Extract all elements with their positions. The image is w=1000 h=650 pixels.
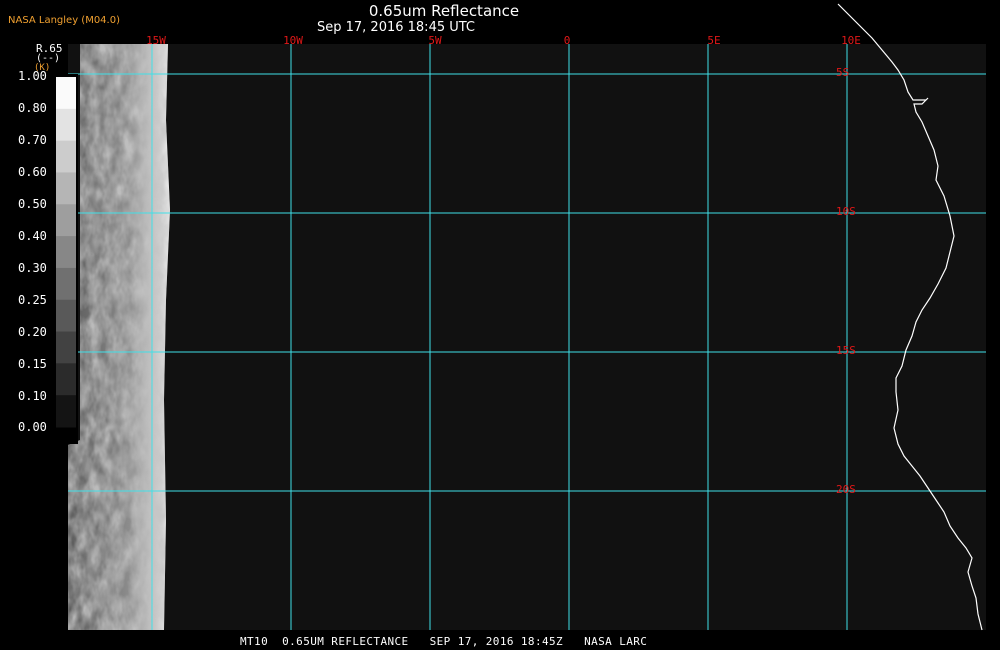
colorbar-tick: 0.10 xyxy=(18,389,47,403)
colorbar-tick: 0.60 xyxy=(18,165,47,179)
colorbar-step xyxy=(56,204,76,237)
colorbar-step xyxy=(56,140,76,173)
lat-label-10s: 10S xyxy=(836,205,856,218)
colorbar-tick: 0.40 xyxy=(18,229,47,243)
colorbar-tick: 0.25 xyxy=(18,293,47,307)
colorbar-tick: 0.30 xyxy=(18,261,47,275)
lon-label-0: 0 xyxy=(563,34,571,47)
colorbar-step xyxy=(56,77,76,110)
colorbar-tick: 1.00 xyxy=(18,69,47,83)
colorbar-step xyxy=(56,299,76,333)
colorbar-tick: 0.70 xyxy=(18,133,47,147)
lon-label-15w: 15W xyxy=(146,34,166,47)
colorbar-step xyxy=(56,267,76,301)
colorbar-tick: 0.20 xyxy=(18,325,47,339)
cloud-swath xyxy=(68,44,170,630)
colorbar-tick: 0.80 xyxy=(18,101,47,115)
lon-label-5e: 5E xyxy=(707,34,721,47)
footer-caption: MT10 0.65UM REFLECTANCE SEP 17, 2016 18:… xyxy=(240,635,648,648)
colorbar-step xyxy=(56,236,76,269)
lat-label-15s: 15S xyxy=(836,344,856,357)
timestamp: Sep 17, 2016 18:45 UTC xyxy=(316,20,476,35)
colorbar-step xyxy=(56,108,76,142)
lon-label-5w: 5W xyxy=(428,34,442,47)
page-title: 0.65um Reflectance xyxy=(368,2,520,20)
lat-label-5s: 5S xyxy=(836,66,850,79)
colorbar-tick: 0.15 xyxy=(18,357,47,371)
satellite-map xyxy=(54,3,986,631)
lat-label-20s: 20S xyxy=(836,483,856,496)
colorbar-step xyxy=(56,331,76,364)
colorbar-step xyxy=(56,395,76,428)
colorbar-step xyxy=(56,363,76,396)
colorbar-tick: 0.50 xyxy=(18,197,47,211)
lon-label-10w: 10W xyxy=(283,34,303,47)
colorbar-step xyxy=(56,172,76,205)
lon-label-10e: 10E xyxy=(841,34,861,47)
colorbar-tick: 0.00 xyxy=(18,420,47,434)
colorbar xyxy=(54,74,78,444)
map-background xyxy=(68,44,986,630)
